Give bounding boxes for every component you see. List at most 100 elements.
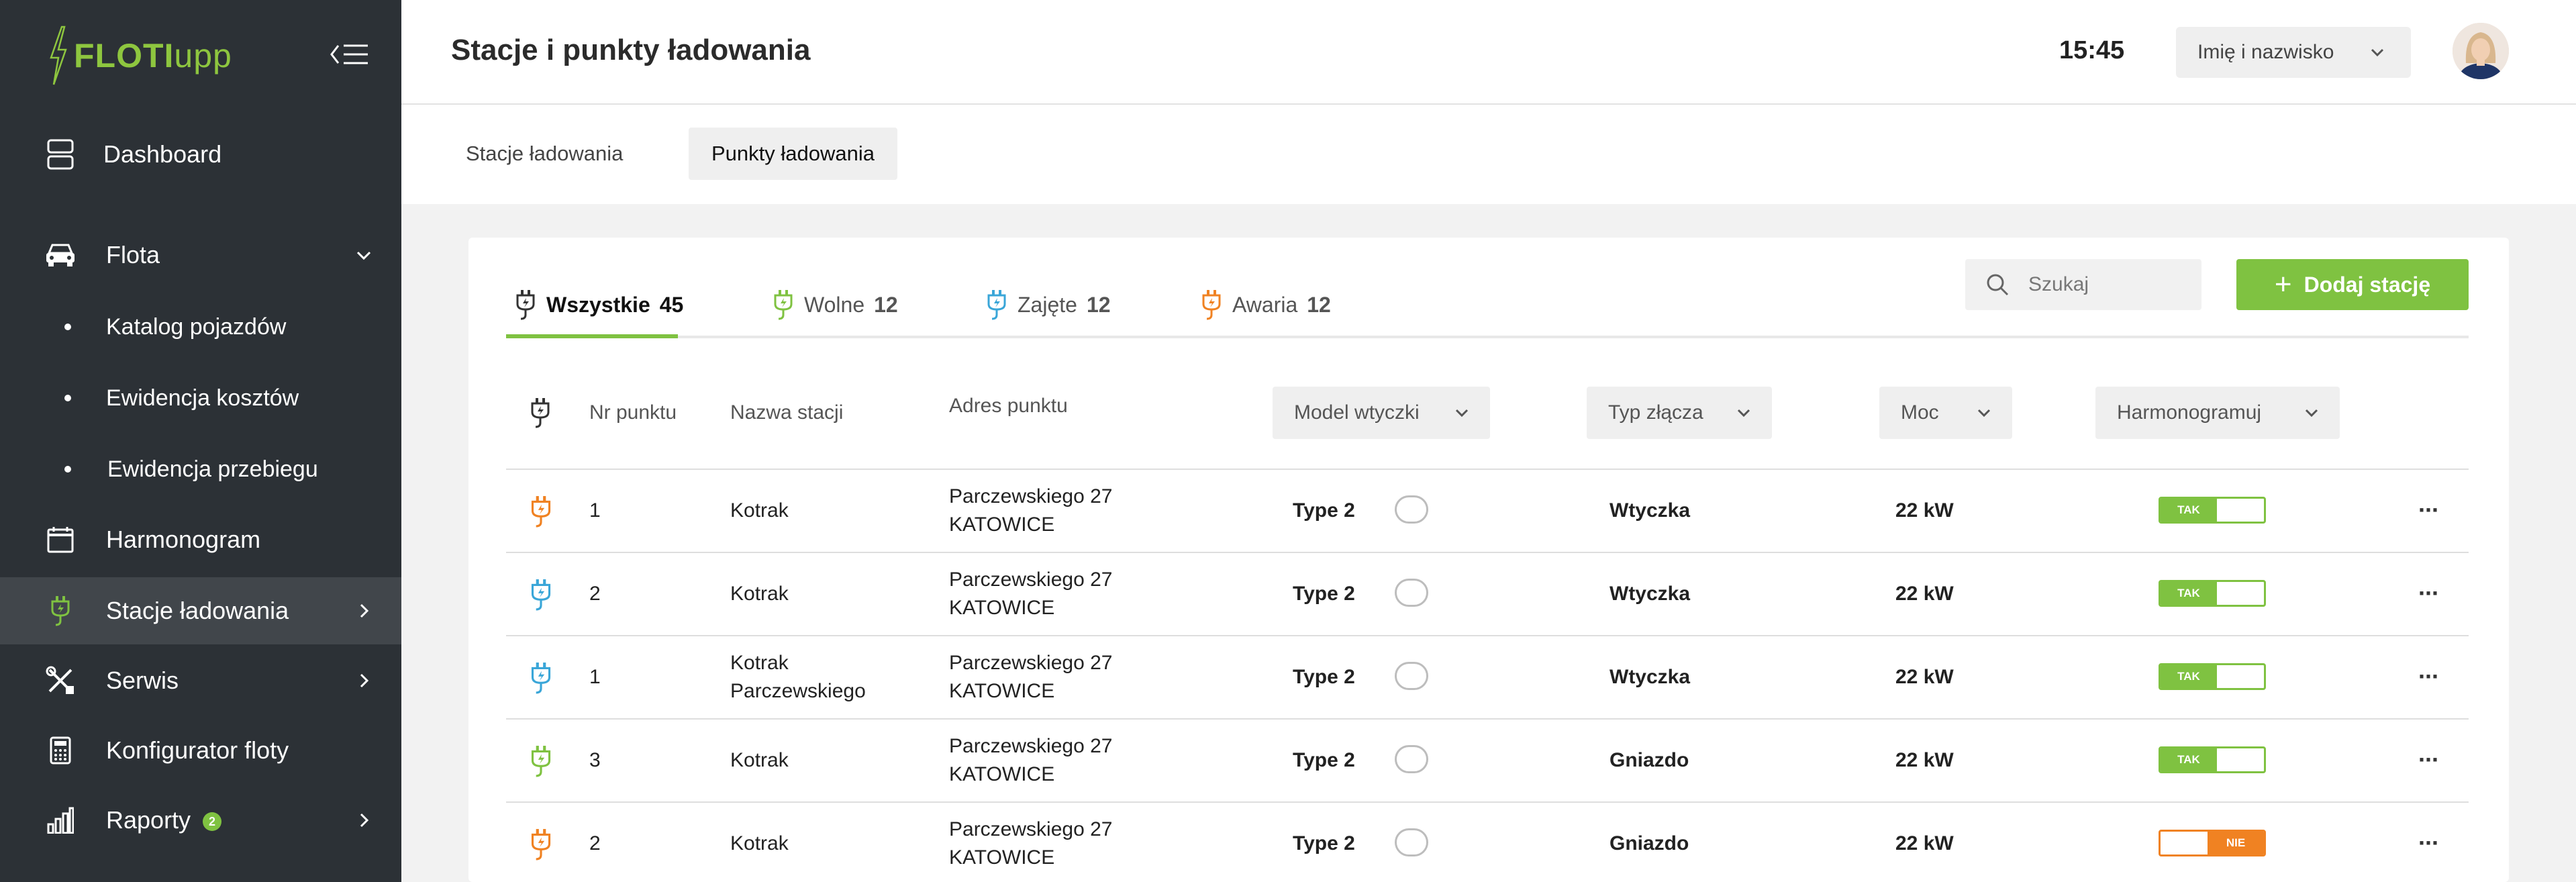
- view-tabs: Stacje ładowania Punkty ładowania: [401, 105, 2576, 204]
- filter-awaria[interactable]: Awaria 12: [1201, 271, 1331, 338]
- tab-stacje-ladowania[interactable]: Stacje ładowania: [443, 128, 646, 180]
- cell-connector: Wtyczka: [1609, 499, 1691, 522]
- table-row[interactable]: 3 Kotrak Parczewskiego 27 KATOWICE Type …: [506, 718, 2469, 801]
- chevron-right-icon: [360, 673, 369, 688]
- sidebar-item-label: Stacje ładowania: [106, 597, 289, 624]
- toggle-label: TAK: [2161, 748, 2217, 771]
- search-input[interactable]: [2028, 273, 2189, 296]
- chevron-down-icon: [2305, 409, 2318, 418]
- chevron-down-icon: [1977, 409, 1991, 418]
- bar-chart-icon: [42, 801, 79, 839]
- chevron-down-icon: [1455, 409, 1469, 418]
- sidebar-item-flota[interactable]: Flota: [0, 222, 401, 289]
- filter-count: 12: [1307, 292, 1331, 317]
- filter-all[interactable]: Wszystkie 45: [515, 271, 683, 338]
- filter-harmonogramuj[interactable]: Harmonogramuj: [2095, 387, 2340, 439]
- cell-connector: Gniazdo: [1609, 832, 1689, 854]
- table-row[interactable]: 2 Kotrak Parczewskiego 27 KATOWICE Type …: [506, 552, 2469, 635]
- row-menu-icon[interactable]: ···: [2408, 496, 2448, 524]
- sidebar-subitem-przebieg[interactable]: Ewidencja przebiegu: [0, 439, 401, 499]
- filter-moc[interactable]: Moc: [1879, 387, 2012, 439]
- cell-address: Parczewskiego 27 KATOWICE: [949, 553, 1112, 635]
- chevron-down-icon: [2371, 48, 2384, 57]
- cell-model: Type 2: [1293, 499, 1355, 522]
- cell-power: 22 kW: [1895, 499, 1954, 522]
- sidebar-item-harmonogram[interactable]: Harmonogram: [0, 506, 401, 573]
- logo[interactable]: FLOTIupp: [47, 26, 232, 86]
- schedule-toggle[interactable]: TAK: [2159, 497, 2266, 524]
- sidebar-subitem-katalog[interactable]: Katalog pojazdów: [0, 297, 401, 357]
- sidebar-item-label: Dashboard: [103, 140, 222, 168]
- cell-address: Parczewskiego 27 KATOWICE: [949, 720, 1112, 801]
- table-row[interactable]: 1 Kotrak Parczewskiego Parczewskiego 27 …: [506, 635, 2469, 718]
- type2-socket-icon: [1395, 828, 1428, 856]
- toggle-label: TAK: [2161, 582, 2217, 605]
- plug-status-awaria-icon: [531, 496, 551, 528]
- filter-model-wtyczki[interactable]: Model wtyczki: [1273, 387, 1490, 439]
- dropdown-label: Model wtyczki: [1294, 401, 1420, 424]
- active-filter-underline: [506, 334, 678, 338]
- search-icon: [1987, 274, 2009, 296]
- table-row[interactable]: 2 Kotrak Parczewskiego 27 KATOWICE Type …: [506, 801, 2469, 882]
- plug-status-zajete-icon: [531, 579, 551, 611]
- row-menu-icon[interactable]: ···: [2408, 663, 2448, 690]
- schedule-toggle[interactable]: TAK: [2159, 746, 2266, 773]
- sidebar-item-label: Harmonogram: [106, 526, 261, 553]
- sidebar-item-serwis[interactable]: Serwis: [0, 647, 401, 714]
- cell-name: Kotrak Parczewskiego: [730, 636, 866, 718]
- chevron-right-icon: [360, 603, 369, 618]
- col-nazwa-stacji[interactable]: Nazwa stacji: [730, 387, 843, 439]
- schedule-toggle[interactable]: NIE: [2159, 830, 2266, 856]
- schedule-toggle[interactable]: TAK: [2159, 663, 2266, 690]
- station-name: Kotrak: [730, 499, 789, 522]
- sidebar-item-stacje[interactable]: Stacje ładowania: [0, 577, 401, 644]
- col-nr-punktu[interactable]: Nr punktu: [589, 387, 677, 439]
- plug-busy-icon: [987, 290, 1006, 320]
- sidebar-item-dashboard[interactable]: Dashboard: [0, 121, 401, 188]
- plug-status-zajete-icon: [531, 663, 551, 694]
- filter-wolne[interactable]: Wolne 12: [773, 271, 898, 338]
- cell-name: Kotrak: [730, 553, 789, 635]
- sidebar-item-label: Raporty 2: [106, 806, 222, 834]
- cell-connector: Wtyczka: [1609, 666, 1691, 688]
- col-adres-punktu[interactable]: Adres punktu: [949, 380, 1068, 432]
- add-station-label: Dodaj stację: [2303, 272, 2431, 297]
- sidebar-item-raporty[interactable]: Raporty 2: [0, 787, 401, 854]
- schedule-toggle[interactable]: TAK: [2159, 580, 2266, 607]
- table-row[interactable]: 1 Kotrak Parczewskiego 27 KATOWICE Type …: [506, 469, 2469, 552]
- avatar[interactable]: [2453, 23, 2509, 79]
- bullet: [64, 324, 71, 330]
- type2-socket-icon: [1395, 495, 1428, 524]
- filter-typ-zlacza[interactable]: Typ złącza: [1587, 387, 1772, 439]
- type2-socket-icon: [1395, 579, 1428, 607]
- cell-name: Kotrak: [730, 470, 789, 552]
- plug-all-icon: [516, 290, 535, 320]
- cell-nr: 2: [589, 832, 601, 854]
- dropdown-label: Harmonogramuj: [2117, 401, 2262, 424]
- address-street: Parczewskiego 27: [949, 818, 1113, 840]
- filter-zajete[interactable]: Zajęte 12: [987, 271, 1111, 338]
- cell-power: 22 kW: [1895, 832, 1954, 854]
- collapse-menu-icon[interactable]: [329, 42, 370, 67]
- sidebar-subitem-label: Ewidencja kosztów: [106, 385, 299, 411]
- chevron-down-icon: [356, 251, 371, 260]
- type2-socket-icon: [1395, 745, 1428, 773]
- row-menu-icon[interactable]: ···: [2408, 579, 2448, 607]
- cell-nr: 2: [589, 583, 601, 605]
- row-menu-icon[interactable]: ···: [2408, 746, 2448, 773]
- calendar-icon: [42, 521, 79, 558]
- user-select[interactable]: Imię i nazwisko: [2176, 27, 2411, 78]
- address-city: KATOWICE: [949, 680, 1055, 702]
- sidebar-item-label: Konfigurator floty: [106, 736, 289, 764]
- calculator-icon: [42, 732, 79, 769]
- tab-punkty-ladowania[interactable]: Punkty ładowania: [689, 128, 897, 180]
- cell-name: Kotrak: [730, 720, 789, 801]
- sidebar-item-konfigurator[interactable]: Konfigurator floty: [0, 717, 401, 784]
- row-menu-icon[interactable]: ···: [2408, 829, 2448, 856]
- car-icon: [42, 236, 79, 274]
- add-station-button[interactable]: + Dodaj stację: [2236, 259, 2469, 310]
- user-select-label: Imię i nazwisko: [2197, 41, 2334, 63]
- sidebar-subitem-koszty[interactable]: Ewidencja kosztów: [0, 368, 401, 428]
- bolt-icon: [50, 26, 67, 85]
- cell-nr: 3: [589, 749, 601, 771]
